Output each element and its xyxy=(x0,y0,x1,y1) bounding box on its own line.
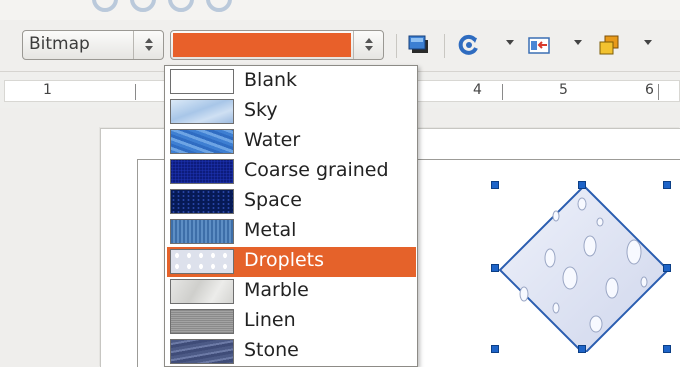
bitmap-option-label: Linen xyxy=(244,309,296,331)
align-dropdown-arrow[interactable] xyxy=(574,40,582,45)
arrange-dropdown-arrow[interactable] xyxy=(644,40,652,45)
bitmap-option-label: Space xyxy=(244,189,302,211)
bitmap-option-label: Sky xyxy=(244,99,278,121)
bitmap-option-sky[interactable]: Sky xyxy=(167,97,416,127)
coarse-grained-thumbnail xyxy=(170,159,234,184)
droplets-thumbnail xyxy=(170,249,234,274)
bitmap-option-coarse-grained[interactable]: Coarse grained xyxy=(167,157,416,187)
area-style-spinner[interactable] xyxy=(133,31,163,59)
selection-handle[interactable] xyxy=(491,345,499,353)
fill-dropdown-spinner[interactable] xyxy=(353,31,383,59)
align-button[interactable] xyxy=(524,31,554,59)
rotate-button[interactable] xyxy=(454,31,484,59)
ruler-tick xyxy=(502,84,503,100)
selection-handle[interactable] xyxy=(578,181,586,189)
bitmap-option-label: Coarse grained xyxy=(244,159,389,181)
area-style-value: Bitmap xyxy=(29,34,90,54)
bitmap-option-metal[interactable]: Metal xyxy=(167,217,416,247)
bitmap-option-label: Droplets xyxy=(244,249,325,271)
toolbar-separator xyxy=(444,34,445,58)
bitmap-option-label: Marble xyxy=(244,279,309,301)
rotate-icon xyxy=(458,34,478,55)
toolbar-separator xyxy=(396,34,397,58)
stone-thumbnail xyxy=(170,339,234,364)
rotate-dropdown-arrow[interactable] xyxy=(506,40,514,45)
bitmap-option-label: Metal xyxy=(244,219,297,241)
ruler-tick xyxy=(135,84,136,100)
ruler-mark-5: 5 xyxy=(557,82,570,98)
blank-thumbnail xyxy=(170,69,234,94)
upper-toolbar-strip xyxy=(0,0,680,20)
bitmap-option-water[interactable]: Water xyxy=(167,127,416,157)
marble-thumbnail xyxy=(170,279,234,304)
area-style-dropdown[interactable]: Bitmap xyxy=(22,30,164,60)
bitmap-option-droplets[interactable]: Droplets xyxy=(167,247,416,277)
ruler-mark-6: 6 xyxy=(643,82,656,98)
fill-dropdown[interactable] xyxy=(170,30,384,60)
faded-icon xyxy=(130,0,156,12)
selection-handle[interactable] xyxy=(578,345,586,353)
faded-icon xyxy=(168,0,194,12)
metal-thumbnail xyxy=(170,219,234,244)
selection-handle[interactable] xyxy=(491,264,499,272)
space-thumbnail xyxy=(170,189,234,214)
bitmap-option-space[interactable]: Space xyxy=(167,187,416,217)
bitmap-dropdown-list: Blank Sky Water Coarse grained Space Met… xyxy=(164,65,418,367)
ruler-tick xyxy=(658,84,659,100)
shadow-icon xyxy=(408,35,428,53)
selection-handle[interactable] xyxy=(663,181,671,189)
faded-icon xyxy=(92,0,118,12)
water-thumbnail xyxy=(170,129,234,154)
selection-handle[interactable] xyxy=(663,345,671,353)
bitmap-option-label: Blank xyxy=(244,69,298,91)
current-fill-swatch xyxy=(173,33,351,57)
selection-handle[interactable] xyxy=(663,264,671,272)
shadow-button[interactable] xyxy=(404,31,434,59)
arrange-icon xyxy=(599,35,619,55)
align-icon xyxy=(528,37,550,54)
arrange-button[interactable] xyxy=(594,31,624,59)
ruler-mark-4: 4 xyxy=(471,82,484,98)
linen-thumbnail xyxy=(170,309,234,334)
bitmap-option-blank[interactable]: Blank xyxy=(167,67,416,97)
bitmap-option-label: Water xyxy=(244,129,301,151)
sky-thumbnail xyxy=(170,99,234,124)
bitmap-option-label: Stone xyxy=(244,339,299,361)
bitmap-option-stone[interactable]: Stone xyxy=(167,337,416,367)
selection-handle[interactable] xyxy=(491,181,499,189)
bitmap-option-linen[interactable]: Linen xyxy=(167,307,416,337)
faded-icon xyxy=(206,0,232,12)
bitmap-option-marble[interactable]: Marble xyxy=(167,277,416,307)
diamond-shape[interactable] xyxy=(494,182,674,352)
ruler-mark-1: 1 xyxy=(41,82,54,98)
